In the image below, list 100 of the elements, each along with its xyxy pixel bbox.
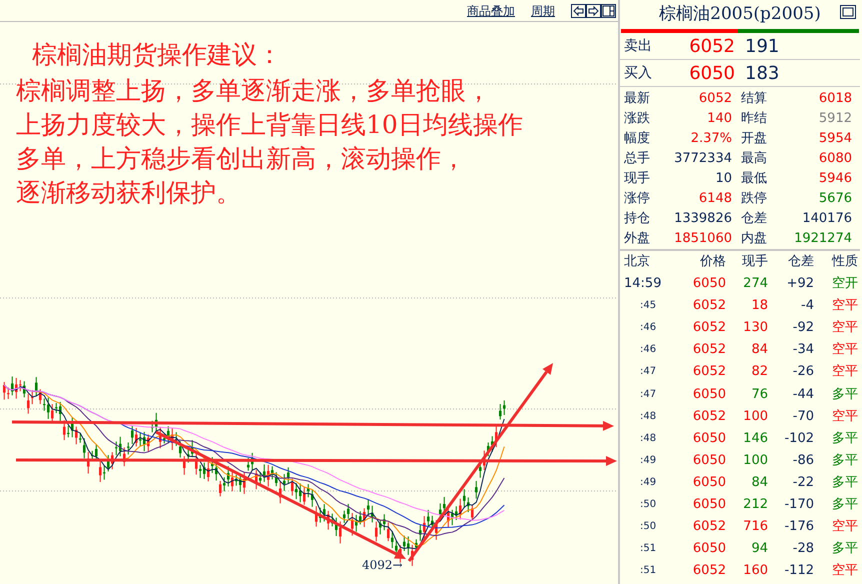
order-price: 6052 — [688, 34, 735, 58]
oi-change-cell-text: -92 — [792, 319, 814, 338]
volume-cell-text: 82 — [750, 363, 768, 382]
stat-value: 5954 — [818, 130, 852, 148]
nature-cell-text: 空平 — [831, 341, 858, 360]
oi-change-cell-text: -176 — [783, 518, 814, 536]
price-cell-text: 6052 — [692, 518, 726, 536]
nature-cell-text: 空平 — [831, 408, 858, 426]
time-cell-text: :45 — [639, 299, 658, 314]
volume-cell-text: 160 — [742, 562, 768, 580]
stat-value: 2.37% — [690, 130, 732, 148]
stat-value: 6080 — [818, 150, 852, 168]
toolbar-link[interactable]: 商品叠加 — [467, 2, 515, 20]
volume-cell-text: 18 — [750, 297, 768, 316]
time-cell-text: :51 — [639, 564, 658, 578]
note-text: 逐渐移动获利保护。 — [16, 177, 242, 209]
order-volume: 183 — [744, 62, 780, 86]
price-cell-text: 6050 — [692, 452, 726, 470]
stat-value: 10 — [714, 170, 732, 188]
price-cell-text: 6050 — [692, 386, 726, 404]
stat-value: 6018 — [818, 90, 852, 108]
volume-cell-text: 716 — [742, 518, 768, 536]
price-cell-text: 6052 — [692, 319, 726, 338]
nature-cell-text: 多平 — [831, 430, 858, 448]
stat-label: 仓差 — [740, 210, 768, 228]
price-cell-text: 6050 — [692, 540, 726, 558]
time-cell-text: :46 — [639, 343, 658, 358]
column-header: 北京 — [624, 253, 651, 271]
note-text: 多单，上方稳步看创出新高，滚动操作， — [16, 143, 467, 175]
order-label: 买入 — [623, 64, 653, 82]
volume-cell-text: 100 — [742, 452, 768, 470]
stat-value: 3772334 — [673, 150, 732, 168]
nature-cell-text: 空平 — [831, 363, 858, 382]
time-cell-text: 14:59 — [624, 275, 662, 294]
toolbar-link[interactable]: 周期 — [531, 2, 555, 20]
stat-label: 最低 — [740, 170, 768, 188]
nature-cell-text: 空平 — [831, 562, 858, 580]
stat-label: 结算 — [740, 90, 768, 108]
column-header: 仓差 — [787, 253, 814, 271]
nature-cell-text: 空平 — [831, 518, 858, 536]
time-cell-text: :49 — [639, 454, 658, 468]
time-cell-text: :48 — [639, 410, 658, 424]
volume-cell-text: 100 — [742, 408, 768, 426]
oi-change-cell-text: -34 — [792, 341, 814, 360]
nature-cell-text: 空开 — [831, 275, 858, 294]
oi-change-cell-text: -26 — [792, 363, 814, 382]
contract-title: 棕榈油2005(p2005) — [659, 2, 821, 26]
volume-cell-text: 274 — [742, 275, 768, 294]
nature-cell-text: 多平 — [831, 474, 858, 492]
price-cell-text: 6050 — [692, 275, 726, 294]
stat-value: 5946 — [818, 170, 852, 188]
oi-change-cell-text: -170 — [783, 496, 814, 514]
time-cell-text: :46 — [639, 321, 658, 336]
price-cell-text: 6052 — [692, 408, 726, 426]
note-text: 棕榈调整上扬，多单逐渐走涨，多单抢眼， — [16, 75, 492, 107]
time-cell-text: :50 — [639, 498, 658, 512]
oi-change-cell-text: +92 — [786, 275, 814, 294]
stat-label: 持仓 — [624, 210, 651, 228]
stat-label: 最高 — [740, 150, 768, 168]
volume-cell-text: 146 — [742, 430, 768, 448]
right-arrow-icon[interactable] — [586, 4, 601, 18]
nature-cell-text: 多平 — [831, 540, 858, 558]
nature-cell-text: 空平 — [831, 297, 858, 316]
stat-value: 1851060 — [673, 230, 732, 248]
stat-label: 现手 — [624, 170, 651, 188]
oi-change-cell-text: -28 — [792, 540, 814, 558]
price-cell-text: 6050 — [692, 496, 726, 514]
volume-cell-text: 84 — [750, 341, 768, 360]
stat-label: 跌停 — [740, 190, 768, 208]
note-text: 上扬力度较大，操作上背靠日线10日均线操作 — [16, 109, 523, 141]
stat-label: 涨停 — [624, 190, 651, 208]
stat-value: 5676 — [818, 190, 852, 208]
low-price-label: 4092→ — [362, 558, 403, 572]
price-cell-text: 6052 — [692, 341, 726, 360]
stat-label: 外盘 — [624, 230, 651, 248]
stat-label: 幅度 — [624, 130, 651, 148]
time-cell-text: :47 — [639, 365, 658, 380]
nature-cell-text: 多平 — [831, 496, 858, 514]
panel-icon[interactable] — [601, 4, 616, 18]
stat-label: 内盘 — [740, 230, 768, 248]
order-price: 6050 — [688, 62, 735, 86]
volume-cell-text: 212 — [742, 496, 768, 514]
oi-change-cell-text: -4 — [800, 297, 814, 316]
time-cell-text: :51 — [639, 542, 658, 556]
volume-cell-text: 76 — [750, 386, 768, 404]
stat-label: 涨跌 — [624, 110, 651, 128]
stat-label: 昨结 — [740, 110, 768, 128]
stat-value: 6148 — [698, 190, 732, 208]
stat-label: 开盘 — [740, 130, 768, 148]
oi-change-cell-text: -112 — [783, 562, 814, 580]
time-cell-text: :49 — [639, 476, 658, 490]
stat-value: 140176 — [801, 210, 852, 228]
stat-value: 6052 — [698, 90, 732, 108]
maximize-icon[interactable] — [840, 5, 856, 19]
stat-value: 1921274 — [793, 230, 852, 248]
price-cell-text: 6052 — [692, 297, 726, 316]
price-cell-text: 6050 — [692, 474, 726, 492]
order-volume: 191 — [744, 34, 780, 58]
left-arrow-icon[interactable] — [571, 4, 586, 18]
time-cell-text: :50 — [639, 520, 658, 534]
